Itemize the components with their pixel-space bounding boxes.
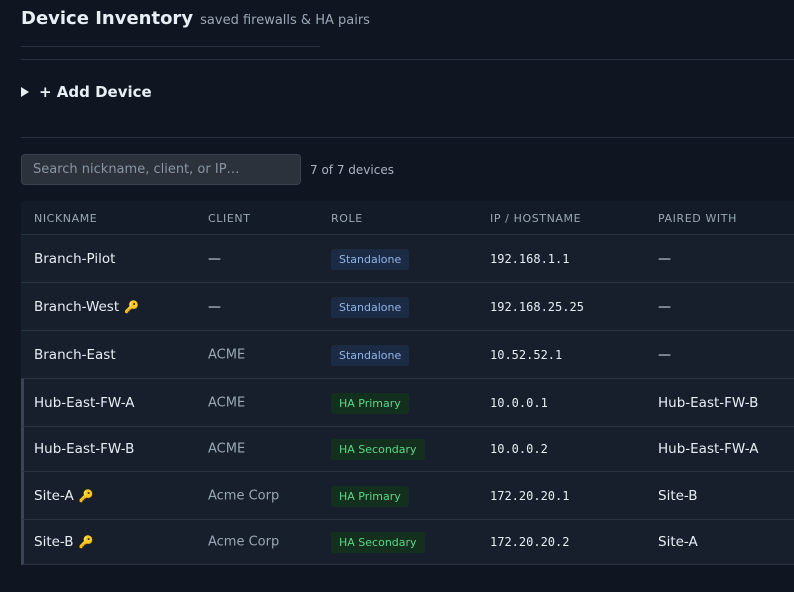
table-row[interactable]: Branch-Pilot — Standalone 192.168.1.1 — [21, 235, 794, 283]
page-title: Device Inventory [21, 8, 194, 29]
table-row[interactable]: Branch-East ACME Standalone 10.52.52.1 — [21, 331, 794, 379]
device-ip: 192.168.25.25 [490, 299, 584, 314]
divider [21, 137, 794, 138]
device-nickname: Hub-East-FW-A [34, 394, 135, 411]
device-client: — [208, 251, 221, 266]
device-nickname-cell: Branch-West 🔑 [34, 299, 139, 315]
key-icon: 🔑 [78, 535, 94, 549]
device-role-cell: HA Primary [331, 392, 409, 414]
device-nickname-cell: Site-A 🔑 [34, 488, 94, 504]
device-paired-with: — [658, 299, 671, 314]
device-ip: 10.0.0.1 [490, 395, 548, 410]
key-icon: 🔑 [124, 299, 140, 314]
device-role-cell: HA Primary [331, 485, 409, 507]
role-badge: HA Primary [331, 485, 409, 507]
device-role-cell: Standalone [331, 248, 410, 270]
device-paired-with: Site-B [658, 487, 698, 504]
role-badge: Standalone [331, 248, 410, 270]
device-paired-with: — [658, 347, 671, 362]
search-input[interactable] [21, 154, 301, 185]
device-client: — [208, 299, 221, 314]
device-nickname-cell: Hub-East-FW-B [34, 441, 134, 457]
device-role-cell: HA Secondary [331, 531, 425, 553]
device-client: ACME [208, 441, 246, 457]
key-icon: 🔑 [78, 488, 94, 503]
device-paired-with: Site-A [658, 534, 698, 550]
device-client: ACME [208, 395, 246, 410]
device-nickname: Site-B [34, 534, 74, 550]
add-device-label: + Add Device [39, 83, 152, 101]
device-nickname: Branch-Pilot [34, 250, 116, 267]
device-nickname-cell: Site-B 🔑 [34, 534, 94, 550]
column-header-role[interactable]: ROLE [331, 212, 363, 225]
device-nickname-cell: Branch-Pilot [34, 251, 115, 267]
table-row[interactable]: Site-B 🔑 Acme Corp HA Secondary 172.20.20.2 S… [21, 520, 794, 565]
page-header: Device Inventory saved firewalls & HA pa… [21, 8, 370, 47]
device-paired-with: Hub-East-FW-B [658, 394, 759, 411]
table-row[interactable]: Hub-East-FW-A ACME HA Primary 10.0.0.1 Hub-E… [21, 379, 794, 427]
role-badge: Standalone [331, 344, 410, 366]
device-nickname: Branch-East [34, 346, 116, 363]
device-table: NICKNAME CLIENT ROLE IP / HOSTNAME PAIRE… [21, 201, 794, 565]
device-role-cell: HA Secondary [331, 438, 425, 460]
table-row[interactable]: Site-A 🔑 Acme Corp HA Primary 172.20.20.1 Sit… [21, 472, 794, 520]
role-badge: Standalone [331, 296, 410, 318]
device-role-cell: Standalone [331, 296, 410, 318]
device-ip: 172.20.20.1 [490, 488, 570, 503]
device-nickname: Hub-East-FW-B [34, 441, 135, 457]
device-count: 7 of 7 devices [310, 163, 394, 177]
device-role-cell: Standalone [331, 344, 410, 366]
device-ip: 10.0.0.2 [490, 442, 548, 456]
role-badge: HA Secondary [331, 532, 425, 553]
device-paired-with: — [658, 251, 671, 266]
device-ip: 10.52.52.1 [490, 347, 563, 362]
device-nickname-cell: Hub-East-FW-A [34, 395, 135, 411]
table-header: NICKNAME CLIENT ROLE IP / HOSTNAME PAIRE… [21, 201, 794, 235]
page: Device Inventory saved firewalls & HA pa… [0, 0, 794, 592]
role-badge: HA Primary [331, 392, 409, 414]
device-nickname: Branch-West [34, 298, 120, 315]
device-nickname-cell: Branch-East [34, 347, 116, 363]
column-header-paired[interactable]: PAIRED WITH [658, 212, 737, 225]
table-row[interactable]: Hub-East-FW-B ACME HA Secondary 10.0.0.2 Hub… [21, 427, 794, 472]
table-body: Branch-Pilot — Standalone 192.168.1.1— Branc… [21, 235, 794, 565]
column-header-ip[interactable]: IP / HOSTNAME [490, 212, 581, 225]
device-nickname: Site-A [34, 487, 74, 504]
device-client: Acme Corp [208, 488, 280, 503]
page-subtitle: saved firewalls & HA pairs [200, 13, 370, 28]
caret-right-icon [21, 87, 29, 97]
device-client: ACME [208, 347, 246, 362]
device-ip: 172.20.20.2 [490, 535, 570, 549]
column-header-client[interactable]: CLIENT [208, 212, 251, 225]
role-badge: HA Secondary [331, 439, 425, 460]
device-ip: 192.168.1.1 [490, 251, 570, 266]
add-device-toggle[interactable]: + Add Device [21, 82, 152, 102]
column-header-nickname[interactable]: NICKNAME [34, 212, 97, 225]
device-paired-with: Hub-East-FW-A [658, 441, 759, 457]
device-client: Acme Corp [208, 534, 280, 550]
table-row[interactable]: Branch-West 🔑 — Standalone 192.168.25.25 — [21, 283, 794, 331]
divider [21, 59, 794, 60]
